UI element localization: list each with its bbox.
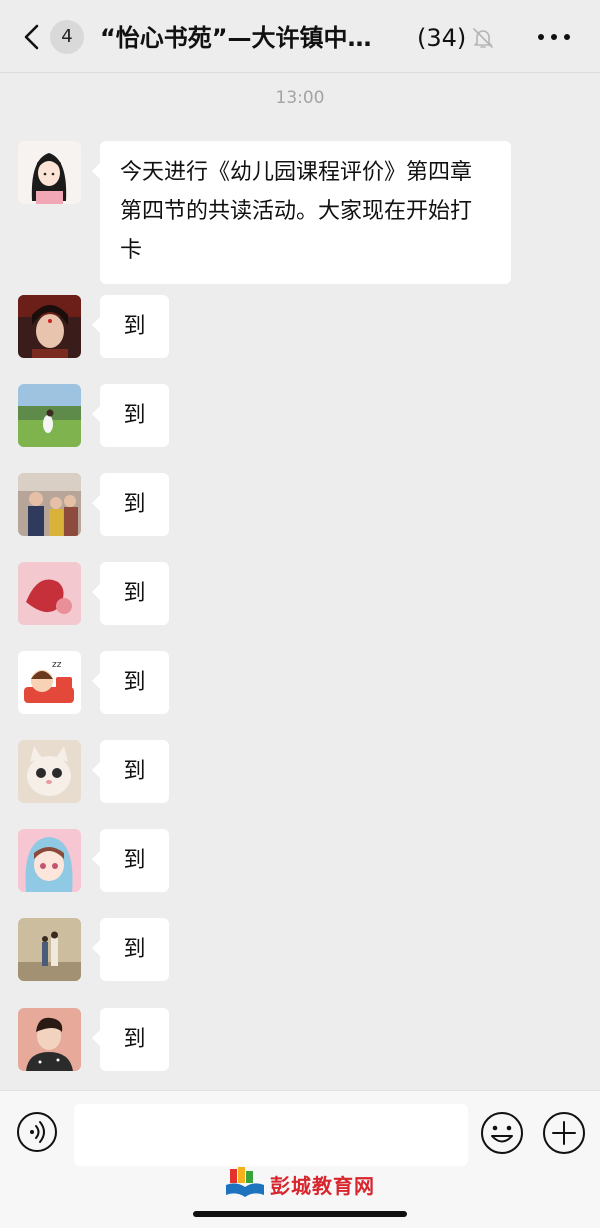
member-count: (34) <box>417 24 467 52</box>
bell-off-icon <box>473 28 493 48</box>
message-bubble[interactable]: 到 <box>92 473 169 536</box>
unread-count-badge[interactable]: 4 <box>50 20 84 54</box>
avatar-two-people-wall[interactable] <box>18 918 81 981</box>
avatar-costume-portrait[interactable] <box>18 295 81 358</box>
avatar-pink-abstract[interactable] <box>18 562 81 625</box>
avatar-sleeping-cartoon[interactable]: zz <box>18 651 81 714</box>
more-dots-icon[interactable] <box>538 34 572 42</box>
message-bubble[interactable]: 今天进行《幼儿园课程评价》第四章第四节的共读活动。大家现在开始打卡 <box>92 141 511 284</box>
message-bubble[interactable]: 到 <box>92 829 169 892</box>
message-bubble[interactable]: 到 <box>92 384 169 447</box>
message-bubble[interactable]: 到 <box>92 651 169 714</box>
message-bubble[interactable]: 到 <box>92 1008 169 1071</box>
home-indicator[interactable] <box>193 1211 407 1217</box>
message-bubble[interactable]: 到 <box>92 918 169 981</box>
watermark-text: 彭城教育网 <box>270 1174 375 1198</box>
message-bubble[interactable]: 到 <box>92 295 169 358</box>
emoji-icon[interactable] <box>480 1111 524 1155</box>
message-input[interactable] <box>74 1104 468 1166</box>
watermark: 彭城教育网 <box>224 1167 384 1201</box>
svg-text:zz: zz <box>52 660 62 670</box>
message-timestamp: 13:00 <box>275 88 325 108</box>
avatar-girl-cartoon[interactable] <box>18 141 81 204</box>
chat-header: 4 “怡心书苑”—大许镇中… (34) <box>0 0 600 73</box>
input-bar: 彭城教育网 <box>0 1090 600 1228</box>
chat-title[interactable]: “怡心书苑”—大许镇中… <box>100 21 410 55</box>
avatar-white-cat[interactable] <box>18 740 81 803</box>
plus-icon[interactable] <box>542 1111 586 1155</box>
chevron-left-icon[interactable] <box>22 24 42 50</box>
message-bubble[interactable]: 到 <box>92 740 169 803</box>
avatar-boy-cartoon[interactable] <box>18 1008 81 1071</box>
avatar-group-photo[interactable] <box>18 473 81 536</box>
book-logo-icon <box>226 1167 264 1197</box>
voice-icon[interactable] <box>16 1111 58 1153</box>
avatar-girl-on-grass[interactable] <box>18 384 81 447</box>
avatar-hooded-girl-cartoon[interactable] <box>18 829 81 892</box>
message-bubble[interactable]: 到 <box>92 562 169 625</box>
